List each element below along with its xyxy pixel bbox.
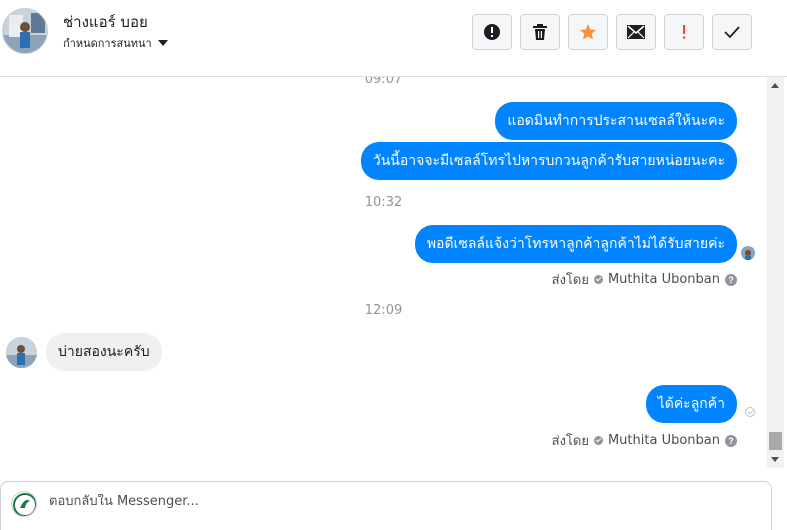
caret-down-icon: [157, 40, 168, 46]
exclamation-icon: [683, 25, 686, 39]
checkmark-icon: [724, 26, 740, 39]
message-bubble-outgoing[interactable]: แอดมินทำการประสานเซลล์ให้นะคะ: [495, 102, 737, 140]
sent-by-info: ส่งโดย Muthita Ubonban ?: [552, 269, 737, 290]
help-icon[interactable]: ?: [725, 273, 737, 286]
message-bubble-outgoing[interactable]: ได้ค่ะลูกค้า: [645, 385, 737, 423]
sent-by-label: ส่งโดย: [551, 434, 589, 449]
conversation-header: ช่างแอร์ บอย กำหนดการสนทนา: [0, 0, 787, 77]
star-icon: [580, 24, 596, 40]
help-icon[interactable]: ?: [725, 434, 737, 447]
star-button[interactable]: [568, 14, 608, 50]
page-avatar: [11, 491, 37, 517]
contact-avatar-small[interactable]: [6, 337, 37, 368]
timestamp: 09:07: [364, 77, 403, 87]
contact-avatar[interactable]: [2, 8, 48, 54]
envelope-icon: [627, 25, 645, 39]
spam-button[interactable]: [664, 14, 704, 50]
sent-by-info: ส่งโดย Muthita Ubonban ?: [552, 430, 737, 451]
alert-circle-icon: [484, 24, 500, 40]
delete-button[interactable]: [520, 14, 560, 50]
mark-done-button[interactable]: [712, 14, 752, 50]
message-bubble-incoming[interactable]: บ่ายสองนะครับ: [46, 333, 162, 371]
message-thread[interactable]: 09:07 แอดมินทำการประสานเซลล์ให้นะคะ วันน…: [0, 77, 767, 468]
timestamp: 12:09: [364, 303, 403, 318]
scroll-up-arrow-icon[interactable]: [771, 83, 779, 88]
conversation-settings-dropdown[interactable]: กำหนดการสนทนา: [63, 34, 168, 52]
alert-button[interactable]: [472, 14, 512, 50]
scrollbar-thumb[interactable]: [769, 432, 782, 450]
contact-name[interactable]: ช่างแอร์ บอย: [63, 10, 148, 34]
delivered-icon: [745, 407, 755, 417]
trash-icon: [533, 24, 547, 40]
sent-by-author[interactable]: Muthita Ubonban: [608, 272, 720, 287]
message-bubble-outgoing[interactable]: วันนี้อาจจะมีเซลล์โทรไปหารบกวนลูกค้ารับส…: [360, 142, 737, 180]
sent-by-author[interactable]: Muthita Ubonban: [608, 433, 720, 448]
conversation-toolbar: [472, 14, 752, 50]
mark-unread-button[interactable]: [616, 14, 656, 50]
message-bubble-outgoing[interactable]: พอดีเซลล์แจ้งว่าโทรหาลูกค้าลูกค้าไม่ได้ร…: [414, 225, 737, 263]
scroll-down-arrow-icon[interactable]: [771, 457, 779, 462]
seen-by-avatar: [741, 246, 755, 260]
verified-icon: [593, 275, 603, 284]
thread-scrollbar[interactable]: [767, 77, 784, 468]
reply-composer: [0, 481, 772, 530]
timestamp: 10:32: [364, 195, 403, 210]
reply-input[interactable]: [49, 494, 649, 509]
verified-icon: [593, 436, 603, 445]
conversation-settings-label: กำหนดการสนทนา: [63, 37, 152, 50]
sent-by-label: ส่งโดย: [551, 273, 589, 288]
